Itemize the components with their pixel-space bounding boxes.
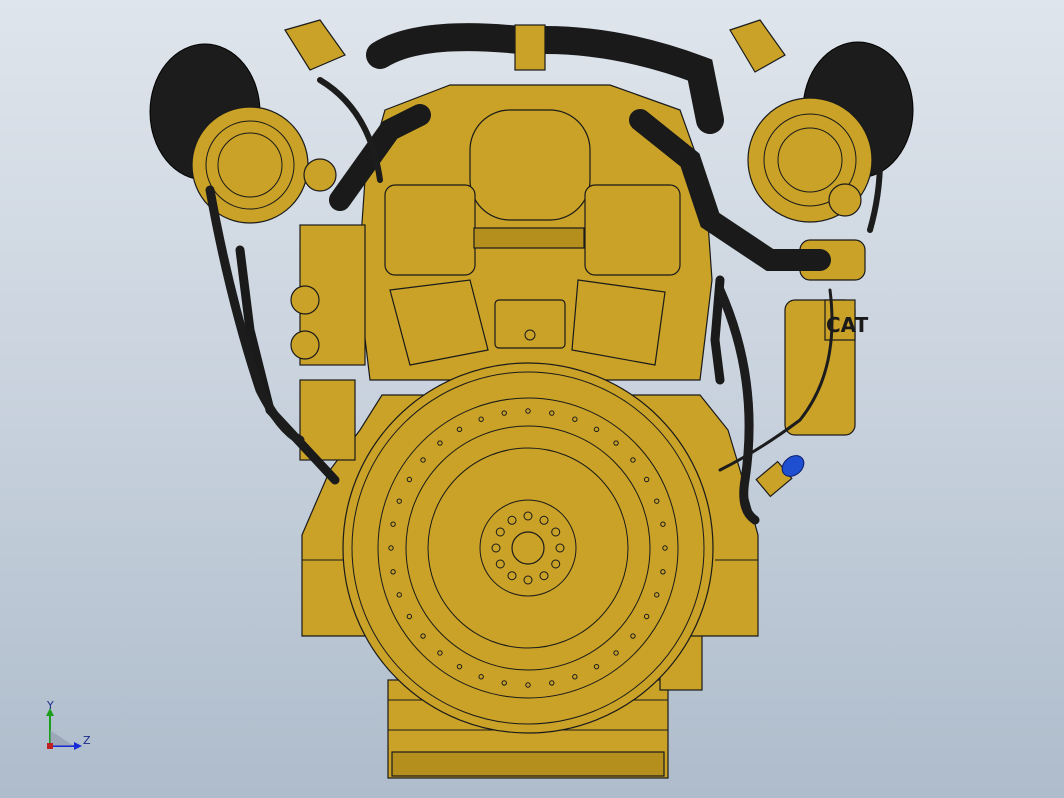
flywheel-bolt: [495, 559, 505, 569]
flywheel-bolt: [390, 569, 396, 575]
flywheel-bolt: [406, 613, 413, 620]
flywheel-bolt: [523, 575, 533, 585]
flywheel-bolt: [495, 527, 505, 537]
flywheel-bolt: [507, 515, 517, 525]
flywheel-bolt: [539, 571, 549, 581]
flywheel-bolt: [654, 498, 660, 504]
triad-z-label: Z: [83, 734, 91, 747]
flywheel-bolt: [501, 410, 507, 416]
flywheel-bolt: [507, 571, 517, 581]
flywheel-bolt: [478, 674, 484, 680]
coordinate-triad: Y Z: [38, 700, 108, 760]
graphics-viewport[interactable]: .b { fill: #c9a227; stroke: #1a1a1a; str…: [0, 0, 1064, 798]
flywheel-bolt: [593, 426, 600, 433]
oil-filler: [755, 455, 805, 498]
triad-y-label: Y: [47, 699, 54, 712]
flywheel-bolt: [613, 440, 619, 446]
flywheel-bolt: [613, 650, 619, 656]
flywheel-bolt: [551, 559, 561, 569]
flywheel-bolt: [654, 592, 660, 598]
flywheel-bolt: [420, 633, 426, 639]
flywheel-bolt: [549, 410, 555, 416]
flywheel-bolt: [660, 521, 666, 527]
flywheel-bolt: [660, 569, 666, 575]
flywheel-bolt: [593, 663, 600, 670]
flywheel-bolt: [643, 476, 650, 483]
flywheel: [342, 362, 714, 734]
engine-model[interactable]: .b { fill: #c9a227; stroke: #1a1a1a; str…: [0, 0, 1064, 798]
flywheel-bolt: [630, 457, 636, 463]
flywheel-bolt: [643, 613, 650, 620]
flywheel-bolt: [437, 440, 443, 446]
flywheel-bolt: [456, 663, 463, 670]
flywheel-bolt: [406, 476, 413, 483]
flywheel-bolt: [491, 543, 501, 553]
flywheel-bolt: [549, 680, 555, 686]
flywheel-bolt: [555, 543, 565, 553]
flywheel-bolt: [396, 498, 402, 504]
flywheel-bolt: [551, 527, 561, 537]
flywheel-bolt: [630, 633, 636, 639]
flywheel-bolt: [456, 426, 463, 433]
flywheel-bolt: [523, 511, 533, 521]
flywheel-bolt: [525, 682, 531, 688]
flywheel-bolt: [539, 515, 549, 525]
flywheel-bolt: [501, 680, 507, 686]
flywheel-bolt: [388, 545, 394, 551]
flywheel-bolt: [390, 521, 396, 527]
flywheel-bolt: [420, 457, 426, 463]
flywheel-bolt: [525, 408, 531, 414]
flywheel-bolt: [572, 416, 578, 422]
flywheel-bolt: [437, 650, 443, 656]
right-turbocharger: CAT: [729, 19, 914, 436]
flywheel-bolt: [478, 416, 484, 422]
flywheel-bolt: [572, 674, 578, 680]
flywheel-bolt: [396, 592, 402, 598]
flywheel-bolt: [662, 545, 668, 551]
